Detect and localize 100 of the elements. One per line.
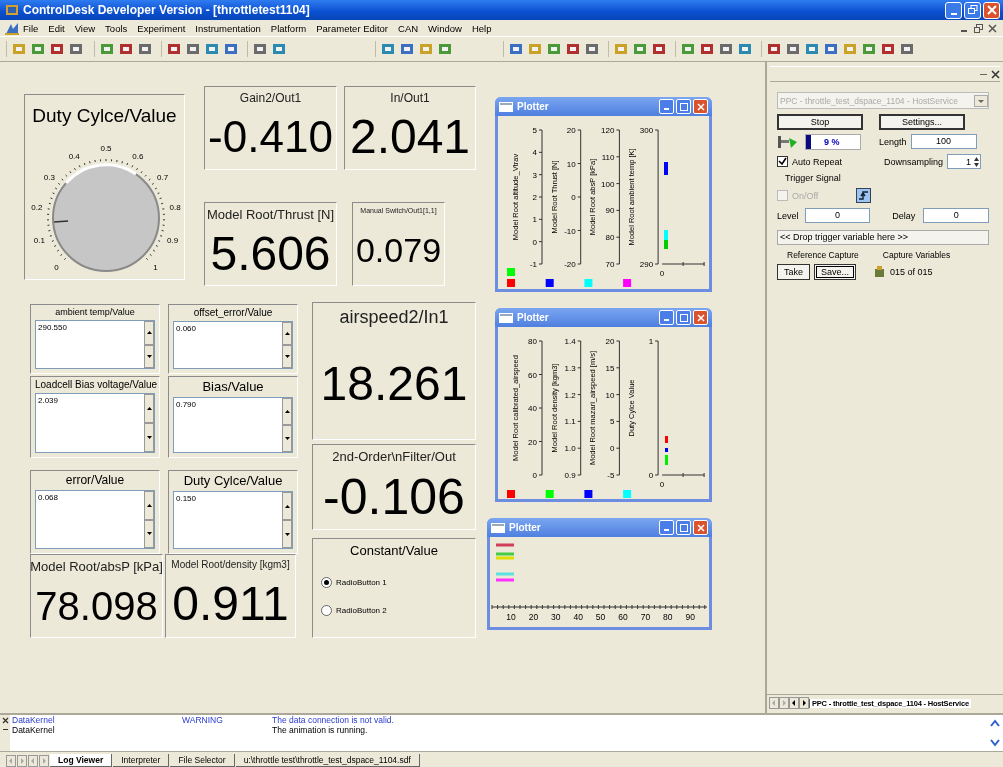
- toolbar-icon[interactable]: [680, 41, 696, 57]
- menu-item[interactable]: CAN: [398, 22, 419, 34]
- trigger-edge-icon[interactable]: [856, 188, 871, 203]
- toolbar-icon[interactable]: [49, 41, 65, 57]
- toolbar-icon[interactable]: [185, 41, 201, 57]
- tab[interactable]: File Selector: [170, 754, 235, 767]
- toolbar-icon[interactable]: [699, 41, 715, 57]
- toolbar-icon[interactable]: [861, 41, 877, 57]
- level-field[interactable]: 0: [804, 208, 871, 223]
- close-icon[interactable]: [1, 717, 9, 724]
- maximize-button[interactable]: [676, 520, 691, 535]
- scroll-up-icon[interactable]: [989, 718, 1001, 728]
- maximize-button[interactable]: [676, 310, 691, 325]
- toolbar-icon[interactable]: [99, 41, 115, 57]
- save-button[interactable]: Save...: [814, 263, 857, 280]
- toolbar-icon[interactable]: [380, 41, 396, 57]
- maximize-button[interactable]: [964, 1, 981, 19]
- drop-zone[interactable]: << Drop trigger variable here >>: [777, 230, 989, 245]
- menu-item[interactable]: Parameter Editor: [316, 22, 389, 34]
- menu-item[interactable]: Edit: [48, 22, 65, 34]
- instrument-label: Gain2/Out1: [239, 91, 302, 105]
- toolbar-icon[interactable]: [252, 41, 268, 57]
- toolbar-icon[interactable]: [546, 41, 562, 57]
- minimize-button[interactable]: [945, 1, 962, 19]
- tick-label: 90: [605, 206, 615, 216]
- take-button[interactable]: Take: [777, 263, 810, 280]
- toolbar-icon[interactable]: [584, 41, 600, 57]
- variables-count: 015 of 015: [890, 266, 933, 277]
- toolbar-icon[interactable]: [785, 41, 801, 57]
- tick-label: 0.3: [43, 172, 55, 182]
- tick-label: 5: [532, 126, 537, 135]
- toolbar-icon[interactable]: [166, 41, 182, 57]
- delay-field[interactable]: 0: [923, 208, 989, 223]
- toolbar-icon[interactable]: [899, 41, 915, 57]
- stop-button[interactable]: Stop: [777, 113, 863, 130]
- toolbar-icon[interactable]: [204, 41, 220, 57]
- radio-button[interactable]: [321, 576, 332, 588]
- tick-label: 90: [685, 612, 695, 622]
- tick-label: 2: [532, 193, 537, 202]
- tab-scroll-button[interactable]: [789, 697, 799, 709]
- toolbar-icon[interactable]: [223, 41, 239, 57]
- checkbox[interactable]: [777, 156, 788, 167]
- instrument-label: 2nd-Order\nFilter/Out: [332, 449, 456, 464]
- downsampling-spinner[interactable]: 1: [947, 154, 982, 169]
- toolbar-icon[interactable]: [68, 41, 84, 57]
- tick-label: 70: [605, 260, 615, 269]
- toolbar-icon[interactable]: [804, 41, 820, 57]
- menu-item[interactable]: Tools: [105, 22, 128, 34]
- toolbar-icon[interactable]: [632, 41, 648, 57]
- tick-label: 1: [532, 215, 537, 225]
- close-button[interactable]: [983, 1, 1000, 19]
- menu-item[interactable]: Help: [471, 22, 492, 34]
- tick-label: 50: [595, 612, 606, 622]
- close-button[interactable]: [693, 99, 708, 114]
- toolbar-icon[interactable]: [30, 41, 46, 57]
- toolbar-icon[interactable]: [718, 41, 734, 57]
- tab[interactable]: Log Viewer: [50, 754, 113, 767]
- toolbar-icon[interactable]: [766, 41, 782, 57]
- tick-label: 20: [605, 337, 615, 346]
- minimize-button[interactable]: [659, 310, 674, 325]
- checkbox-label[interactable]: Auto Repeat: [792, 156, 880, 167]
- variables-icon: [874, 265, 887, 278]
- tick-label: 15: [605, 363, 615, 373]
- settings-button[interactable]: Settings...: [879, 113, 965, 130]
- minimize-button[interactable]: [659, 520, 674, 535]
- minimize-button[interactable]: [659, 99, 674, 114]
- toolbar-icon[interactable]: [737, 41, 753, 57]
- close-button[interactable]: [693, 310, 708, 325]
- tab[interactable]: u:\throttle test\throttle_test_dspace_1104.sdf: [235, 754, 420, 767]
- tick-label: -1: [529, 260, 537, 269]
- menu-item[interactable]: File: [23, 22, 39, 34]
- maximize-button[interactable]: [676, 99, 691, 114]
- menu-item[interactable]: Platform: [270, 22, 307, 34]
- close-icon[interactable]: [988, 23, 997, 33]
- toolbar-icon[interactable]: [437, 41, 453, 57]
- close-button[interactable]: [693, 520, 708, 535]
- length-field[interactable]: 100: [910, 134, 977, 149]
- toolbar-icon[interactable]: [118, 41, 134, 57]
- tab-scroll-button[interactable]: [799, 697, 809, 709]
- toolbar-icon[interactable]: [880, 41, 896, 57]
- menu-item[interactable]: Window: [428, 22, 462, 34]
- toolbar-icon[interactable]: [823, 41, 839, 57]
- window-title: Plotter: [517, 101, 549, 112]
- toolbar-icon[interactable]: [271, 41, 287, 57]
- toolbar-icon[interactable]: [399, 41, 415, 57]
- radio-label[interactable]: RadioButton 2: [336, 605, 387, 615]
- toolbar-icon[interactable]: [651, 41, 667, 57]
- menu-item[interactable]: View: [74, 22, 96, 34]
- toolbar-icon[interactable]: [137, 41, 153, 57]
- radio-button[interactable]: [321, 604, 332, 616]
- menu-item[interactable]: Experiment: [137, 22, 186, 34]
- tab[interactable]: Interpreter: [113, 754, 170, 767]
- radio-label[interactable]: RadioButton 1: [336, 577, 387, 587]
- data-trace: [664, 162, 668, 175]
- restore-icon[interactable]: [974, 23, 983, 33]
- close-icon[interactable]: [991, 69, 1000, 79]
- scroll-down-icon[interactable]: [989, 738, 1001, 748]
- toolbar-icon[interactable]: [508, 41, 524, 57]
- toolbar-icon[interactable]: [565, 41, 581, 57]
- menu-item[interactable]: Instrumentation: [195, 22, 261, 34]
